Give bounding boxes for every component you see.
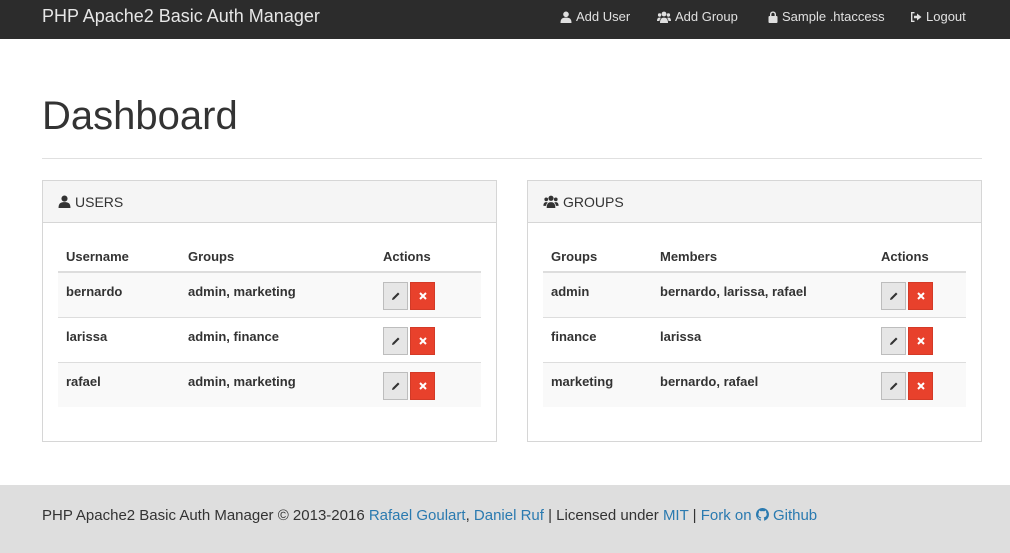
edit-user-button[interactable] [383,326,408,355]
group-members: larissa [652,316,873,362]
row-actions [375,316,481,362]
lock-icon [768,11,778,23]
footer-link-mit[interactable]: MIT [663,507,689,524]
delete-user-button[interactable] [410,371,435,400]
users-panel: USERS Username Groups Actions bernardo a… [42,180,497,442]
title-divider [42,158,982,159]
row-actions [873,316,966,362]
group-name: finance [543,316,652,362]
edit-group-button[interactable] [881,371,906,400]
edit-group-button[interactable] [881,326,906,355]
delete-user-button[interactable] [410,282,435,310]
pencil-icon [889,292,897,300]
delete-group-button[interactable] [908,326,933,355]
edit-user-button[interactable] [383,371,408,400]
top-navbar: PHP Apache2 Basic Auth Manager Add User … [0,0,1010,39]
table-row: larissa admin, finance [58,316,481,362]
nav-logout[interactable]: Logout [910,9,966,24]
footer-separator: | [688,507,701,524]
table-row: bernardo admin, marketing [58,272,481,317]
footer-copyright: PHP Apache2 Basic Auth Manager © 2013-20… [42,507,369,524]
pencil-icon [889,382,897,390]
table-row: rafael admin, marketing [58,361,481,407]
nav-add-user-label: Add User [576,9,631,24]
app-brand[interactable]: PHP Apache2 Basic Auth Manager [42,6,320,27]
pencil-icon [391,292,399,300]
pencil-icon [391,382,399,390]
nav-add-group-label: Add Group [675,9,738,24]
row-actions [375,361,481,407]
user-groups: admin, marketing [180,361,375,407]
close-icon [916,292,925,300]
user-icon [58,195,71,208]
close-icon [418,292,427,300]
users-icon [543,195,559,208]
column-header-actions: Actions [873,241,966,273]
footer-link-daniel-ruf[interactable]: Daniel Ruf [474,507,544,524]
nav-logout-label: Logout [926,9,966,24]
delete-group-button[interactable] [908,282,933,310]
pencil-icon [391,337,399,345]
groups-panel: GROUPS Groups Members Actions admin bern… [527,180,982,442]
close-icon [418,336,427,345]
nav-add-user[interactable]: Add User [560,9,630,24]
footer-fork-on: Fork on [700,507,756,524]
user-groups: admin, finance [180,316,375,362]
footer-github-label: Github [772,507,818,524]
group-members: bernardo, rafael [652,361,873,407]
column-header-groups: Groups [180,241,375,273]
groups-panel-title: GROUPS [563,193,624,210]
sign-out-icon [911,11,922,22]
table-row: admin bernardo, larissa, rafael [543,272,966,317]
delete-group-button[interactable] [908,371,933,400]
edit-user-button[interactable] [383,282,408,310]
user-groups: admin, marketing [180,272,375,317]
users-icon [657,11,671,23]
group-name: marketing [543,361,652,407]
column-header-members: Members [652,241,873,273]
footer-link-github[interactable]: Fork on Github [701,507,817,524]
footer-comma: , [465,507,474,524]
table-row: finance larissa [543,316,966,362]
user-username: rafael [58,361,180,407]
nav-sample-htaccess-label: Sample .htaccess [782,9,885,24]
github-icon [755,508,769,521]
groups-table: Groups Members Actions admin bernardo, l… [543,241,966,407]
close-icon [418,381,427,390]
group-members: bernardo, larissa, rafael [652,272,873,317]
nav-sample-htaccess[interactable]: Sample .htaccess [768,9,885,24]
user-username: larissa [58,316,180,362]
nav-add-group[interactable]: Add Group [657,9,738,24]
users-table: Username Groups Actions bernardo admin, … [58,241,481,407]
user-icon [560,11,572,23]
close-icon [916,381,925,390]
users-panel-title: USERS [75,193,124,210]
table-row: marketing bernardo, rafael [543,361,966,407]
pencil-icon [889,337,897,345]
row-actions [873,272,966,317]
footer-licensed: | Licensed under [543,507,663,524]
footer-text: PHP Apache2 Basic Auth Manager © 2013-20… [42,507,817,524]
users-panel-heading: USERS [43,181,496,223]
groups-panel-heading: GROUPS [528,181,981,223]
column-header-groups: Groups [543,241,652,273]
user-username: bernardo [58,272,180,317]
group-name: admin [543,272,652,317]
row-actions [375,272,481,317]
row-actions [873,361,966,407]
page-title: Dashboard [42,94,238,138]
edit-group-button[interactable] [881,282,906,310]
column-header-actions: Actions [375,241,481,273]
footer-link-rafael-goulart[interactable]: Rafael Goulart [369,507,466,524]
delete-user-button[interactable] [410,326,435,355]
column-header-username: Username [58,241,180,273]
page-footer: PHP Apache2 Basic Auth Manager © 2013-20… [0,485,1010,553]
close-icon [916,336,925,345]
